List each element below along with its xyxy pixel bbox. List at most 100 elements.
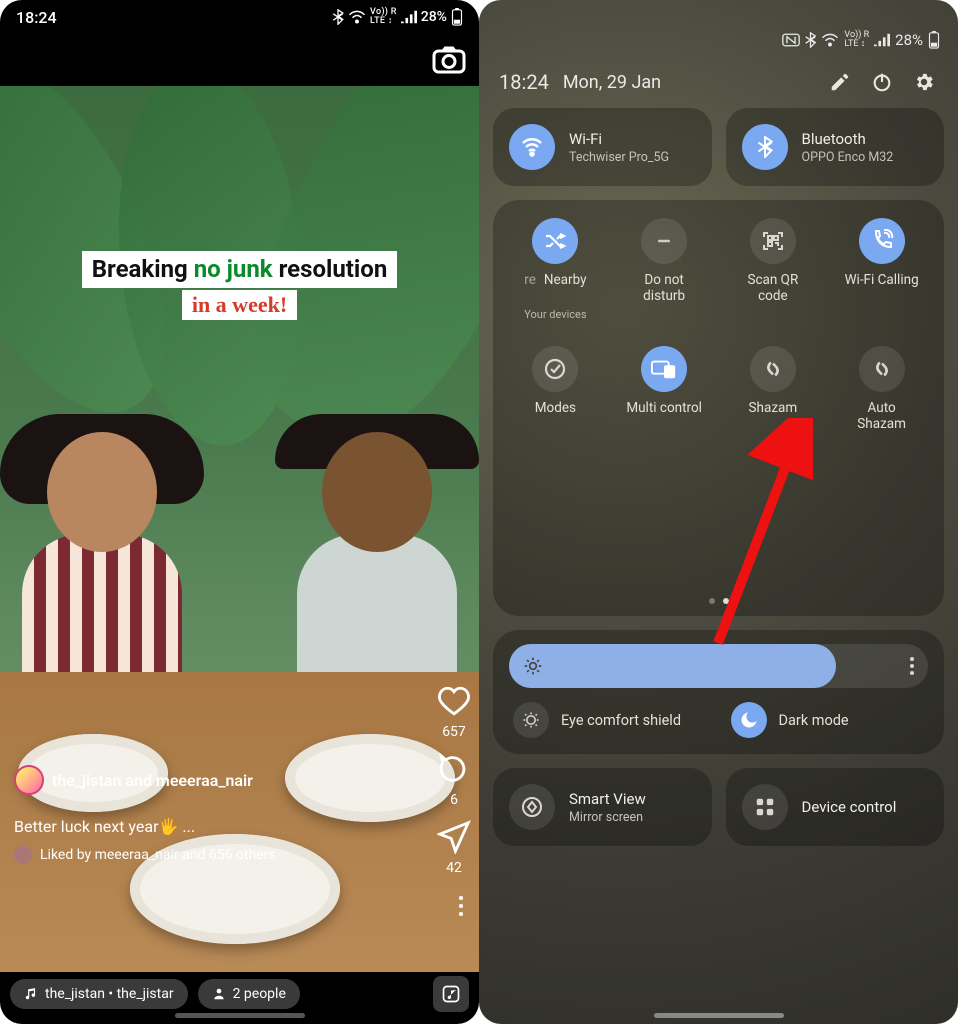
wifi-subtitle: Techwiser Pro_5G: [569, 150, 669, 165]
dnd-icon: [641, 218, 687, 264]
smart-view-tile[interactable]: Smart View Mirror screen: [493, 768, 712, 846]
story-authors[interactable]: the_jistan and meeeraa_nair: [14, 765, 409, 795]
header-time: 18:24: [499, 70, 549, 94]
eye-comfort-icon: [513, 702, 549, 738]
nearby-sublabel: Your devices: [524, 308, 586, 321]
story-meta: the_jistan and meeeraa_nair Better luck …: [14, 765, 409, 864]
instagram-story-screen: 18:24 Vo)) RLTE ↕ 28%: [0, 0, 479, 1024]
dnd-label: Do notdisturb: [643, 272, 685, 304]
liker-avatar: [14, 846, 32, 864]
like-count: 657: [442, 724, 466, 740]
page-indicator: [493, 598, 944, 604]
quick-tile-nearby[interactable]: reNearby Your devices: [503, 218, 608, 338]
wificall-label: Wi-Fi Calling: [845, 272, 919, 304]
quick-tile-wificall[interactable]: Wi-Fi Calling: [829, 218, 934, 338]
like-button[interactable]: [437, 684, 471, 718]
header-date: Mon, 29 Jan: [563, 72, 661, 93]
qr-icon: [750, 218, 796, 264]
brightness-icon: [523, 656, 543, 676]
story-header: [0, 30, 479, 86]
bluetooth-subtitle: OPPO Enco M32: [802, 150, 894, 165]
story-headline: Breaking no junk resolution in a week!: [24, 251, 455, 320]
wificall-icon: [859, 218, 905, 264]
person-icon: [212, 987, 226, 1001]
quick-tile-autoshazam[interactable]: AutoShazam: [829, 346, 934, 466]
story-caption: Better luck next year🖐 ...: [14, 817, 409, 836]
eye-comfort-toggle[interactable]: Eye comfort shield: [513, 702, 707, 738]
shazam-icon: [750, 346, 796, 392]
autoshazam-label: AutoShazam: [857, 400, 906, 432]
battery-icon: [928, 31, 940, 49]
battery-icon: [451, 8, 463, 26]
liked-by[interactable]: Liked by meeeraa_nair and 656 others: [14, 846, 409, 864]
status-bar: Vo)) RLTE ↕ 28%: [479, 0, 958, 58]
status-bar: 18:24 Vo)) RLTE ↕ 28%: [0, 0, 479, 30]
modes-label: Modes: [535, 400, 576, 432]
wifi-tile[interactable]: Wi-Fi Techwiser Pro_5G: [493, 108, 712, 186]
edit-icon[interactable]: [826, 68, 854, 96]
comment-button[interactable]: [437, 752, 471, 786]
people-pill[interactable]: 2 people: [198, 979, 300, 1009]
quick-tile-multi[interactable]: Multi control: [612, 346, 717, 466]
bluetooth-icon: [805, 32, 816, 48]
share-button[interactable]: [437, 820, 471, 854]
story-bottom-bar: the_jistan • the_jistar 2 people: [10, 976, 469, 1012]
story-media[interactable]: Breaking no junk resolution in a week! 6…: [0, 86, 479, 972]
quick-tile-shazam[interactable]: Shazam: [721, 346, 826, 466]
quick-tile-dnd[interactable]: Do notdisturb: [612, 218, 717, 338]
quick-tile-qr[interactable]: Scan QRcode: [721, 218, 826, 338]
modes-icon: [532, 346, 578, 392]
device-control-icon: [742, 784, 788, 830]
camera-icon[interactable]: [431, 42, 467, 78]
quick-tile-modes[interactable]: Modes: [503, 346, 608, 466]
settings-icon[interactable]: [910, 68, 938, 96]
bluetooth-toggle-icon: [742, 124, 788, 170]
signal-icon: [874, 33, 890, 47]
brightness-slider[interactable]: [509, 644, 928, 688]
brightness-fill: [509, 644, 836, 688]
status-icons-right: Vo)) RLTE ↕ 28%: [332, 8, 463, 26]
smart-view-icon: [509, 784, 555, 830]
shazam-label: Shazam: [749, 400, 798, 432]
share-count: 42: [446, 860, 462, 876]
music-icon: [24, 987, 38, 1001]
audio-tile-button[interactable]: [433, 976, 469, 1012]
wifi-icon: [348, 10, 366, 24]
autoshazam-icon: [859, 346, 905, 392]
status-time: 18:24: [16, 8, 57, 27]
signal-icon: [401, 10, 417, 24]
brightness-tile: Eye comfort shield Dark mode: [493, 630, 944, 754]
quick-settings-panel: Vo)) RLTE ↕ 28% 18:24 Mon, 29 Jan Wi-Fi …: [479, 0, 958, 1024]
comment-count: 6: [450, 792, 458, 808]
wifi-title: Wi-Fi: [569, 130, 669, 148]
dark-mode-toggle[interactable]: Dark mode: [731, 702, 925, 738]
music-pill[interactable]: the_jistan • the_jistar: [10, 979, 188, 1009]
multi-icon: [641, 346, 687, 392]
nearby-icon: [532, 218, 578, 264]
power-icon[interactable]: [868, 68, 896, 96]
smart-view-subtitle: Mirror screen: [569, 810, 646, 825]
panel-header: 18:24 Mon, 29 Jan: [479, 58, 958, 108]
status-battery: 28%: [895, 31, 923, 49]
qr-label: Scan QRcode: [747, 272, 798, 304]
multi-label: Multi control: [626, 400, 702, 432]
nfc-icon: [782, 33, 800, 47]
bluetooth-tile[interactable]: Bluetooth OPPO Enco M32: [726, 108, 945, 186]
quick-tiles-panel: reNearby Your devices Do notdisturb Scan QR…: [493, 200, 944, 616]
bluetooth-title: Bluetooth: [802, 130, 894, 148]
device-control-title: Device control: [802, 798, 897, 816]
author-avatar[interactable]: [14, 765, 44, 795]
gesture-bar: [175, 1013, 305, 1018]
gesture-bar: [654, 1013, 784, 1018]
wifi-toggle-icon: [509, 124, 555, 170]
brightness-more[interactable]: [910, 657, 914, 675]
more-button[interactable]: [459, 896, 463, 916]
wifi-icon: [821, 33, 839, 47]
story-actions: 657 6 42: [437, 684, 471, 876]
smart-view-title: Smart View: [569, 790, 646, 808]
nearby-label: reNearby: [524, 272, 586, 304]
dark-mode-icon: [731, 702, 767, 738]
device-control-tile[interactable]: Device control: [726, 768, 945, 846]
bluetooth-icon: [332, 9, 344, 25]
status-battery: 28%: [421, 9, 447, 25]
